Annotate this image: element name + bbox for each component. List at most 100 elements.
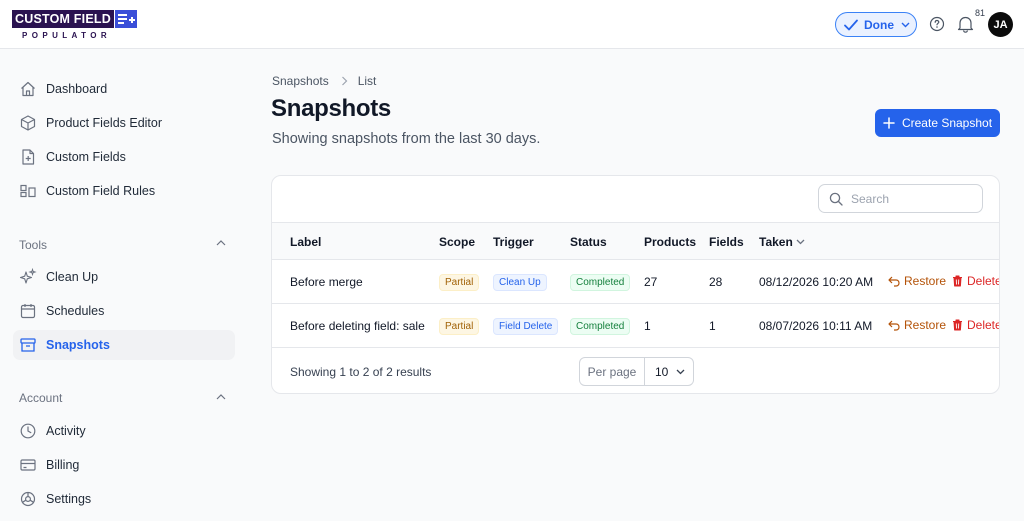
sidebar-item-label: Billing [46, 458, 80, 472]
app-logo[interactable]: CUSTOM FIELD POPULATOR [12, 10, 142, 40]
cell-products: 1 [644, 319, 651, 333]
cell-fields: 1 [709, 319, 716, 333]
credit-card-icon [19, 456, 37, 474]
trash-icon [953, 275, 962, 287]
chevron-down-icon [901, 22, 910, 27]
cell-fields: 28 [709, 275, 723, 289]
column-header-trigger[interactable]: Trigger [493, 235, 534, 249]
cell-label: Before merge [290, 275, 363, 289]
search-input[interactable] [851, 191, 971, 206]
help-icon[interactable] [929, 16, 945, 32]
restore-button[interactable]: Restore [888, 318, 946, 332]
sidebar-item-label: Snapshots [46, 338, 110, 352]
breadcrumb-list: List [357, 74, 377, 88]
per-page-value[interactable]: 10 [645, 358, 693, 385]
check-icon [844, 19, 858, 30]
snapshots-table-card: Label Scope Trigger Status Products Fiel… [271, 175, 1000, 394]
status-badge: Completed [570, 274, 631, 291]
logo-badge-icon [114, 10, 137, 28]
logo-sub-text: POPULATOR [22, 31, 112, 40]
page-subtitle: Showing snapshots from the last 30 days. [272, 131, 541, 147]
column-header-scope[interactable]: Scope [439, 235, 475, 249]
logo-main-text: CUSTOM FIELD [12, 10, 114, 28]
delete-button[interactable]: Delete [952, 274, 1000, 288]
user-avatar[interactable]: JA [988, 12, 1013, 37]
sidebar-item-label: Schedules [46, 304, 105, 318]
sidebar-item-settings[interactable]: Settings [13, 484, 235, 514]
cell-taken: 08/07/2026 10:11 AM [759, 319, 873, 333]
column-header-label[interactable]: Label [290, 235, 321, 249]
page-title: Snapshots [271, 95, 391, 122]
sparkles-icon [19, 268, 37, 286]
delete-button[interactable]: Delete [952, 318, 1000, 332]
table-header: Label Scope Trigger Status Products Fiel… [272, 222, 999, 260]
clock-icon [19, 422, 37, 440]
document-plus-icon [19, 148, 37, 166]
notifications-bell-icon[interactable] [957, 15, 974, 33]
sidebar-item-label: Clean Up [46, 270, 99, 284]
pagination-summary: Showing 1 to 2 of 2 results [290, 365, 432, 379]
column-header-status[interactable]: Status [570, 235, 607, 249]
sidebar-item-dashboard[interactable]: Dashboard [13, 74, 235, 104]
column-header-fields[interactable]: Fields [709, 235, 744, 249]
sidebar: Dashboard Product Fields Editor Custom F… [0, 50, 250, 521]
sidebar-item-product-fields-editor[interactable]: Product Fields Editor [13, 108, 235, 138]
trigger-badge: Clean Up [493, 274, 547, 291]
archive-icon [19, 336, 37, 354]
undo-icon [888, 320, 900, 331]
calendar-icon [19, 302, 37, 320]
cell-taken: 08/12/2026 10:20 AM [759, 275, 874, 289]
table-row[interactable]: Before merge Partial Clean Up Completed … [272, 260, 1000, 304]
sidebar-item-billing[interactable]: Billing [13, 450, 235, 480]
status-done-label: Done [864, 17, 894, 32]
sidebar-item-label: Custom Fields [46, 150, 126, 164]
notification-count-badge: 81 [975, 8, 986, 18]
delete-label: Delete [967, 274, 1000, 288]
sort-chevron-down-icon[interactable] [796, 239, 805, 245]
restore-label: Restore [904, 318, 947, 332]
cell-label: Before deleting field: sale [290, 319, 425, 333]
sidebar-item-snapshots[interactable]: Snapshots [13, 330, 235, 360]
trash-icon [953, 319, 962, 331]
per-page-label: Per page [580, 358, 645, 385]
breadcrumb-snapshots[interactable]: Snapshots [272, 74, 329, 88]
scope-badge: Partial [439, 274, 480, 291]
home-icon [19, 80, 37, 98]
create-snapshot-label: Create Snapshot [901, 116, 993, 130]
sidebar-item-label: Product Fields Editor [46, 116, 163, 130]
restore-label: Restore [904, 274, 947, 288]
search-box[interactable] [818, 184, 983, 213]
breadcrumb: Snapshots List [272, 74, 376, 88]
sidebar-item-label: Activity [46, 424, 86, 438]
sidebar-item-label: Settings [46, 492, 92, 506]
cell-products: 27 [644, 275, 658, 289]
sidebar-item-custom-field-rules[interactable]: Custom Field Rules [13, 176, 235, 206]
top-bar: CUSTOM FIELD POPULATOR Done 81 JA [0, 0, 1024, 49]
search-icon [829, 192, 843, 206]
status-done-button[interactable]: Done [835, 12, 917, 37]
column-header-products[interactable]: Products [644, 235, 696, 249]
sidebar-item-label: Dashboard [46, 82, 108, 96]
status-badge: Completed [570, 318, 631, 335]
create-snapshot-button[interactable]: Create Snapshot [875, 109, 1000, 137]
trigger-badge: Field Delete [493, 318, 559, 335]
sidebar-item-activity[interactable]: Activity [13, 416, 235, 446]
sidebar-item-schedules[interactable]: Schedules [13, 296, 235, 326]
column-header-taken[interactable]: Taken [759, 235, 793, 249]
gear-icon [19, 490, 37, 508]
per-page-select[interactable]: Per page 10 [579, 357, 694, 386]
table-row[interactable]: Before deleting field: sale Partial Fiel… [272, 304, 1000, 348]
cube-icon [19, 114, 37, 132]
section-label-tools: Tools [19, 238, 48, 252]
delete-label: Delete [967, 318, 1000, 332]
sidebar-item-clean-up[interactable]: Clean Up [13, 262, 235, 292]
chevron-up-icon[interactable] [215, 391, 227, 403]
undo-icon [888, 276, 900, 287]
restore-button[interactable]: Restore [888, 274, 946, 288]
plus-icon [883, 117, 895, 129]
chevron-up-icon[interactable] [215, 237, 227, 249]
section-label-account: Account [19, 391, 63, 405]
chevron-down-icon [676, 369, 685, 374]
scope-badge: Partial [439, 318, 480, 335]
sidebar-item-custom-fields[interactable]: Custom Fields [13, 142, 235, 172]
